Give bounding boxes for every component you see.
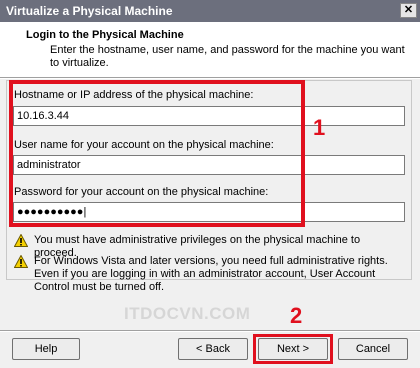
- footer-divider: [0, 330, 420, 332]
- close-icon: ✕: [403, 4, 414, 16]
- highlight-box-next: [253, 334, 333, 364]
- highlight-box-fields: [9, 80, 305, 227]
- warning-icon: [14, 234, 28, 247]
- warning-uac: For Windows Vista and later versions, yo…: [34, 255, 388, 293]
- annotation-marker-1: 1: [313, 115, 326, 140]
- back-button[interactable]: < Back: [178, 338, 248, 360]
- wizard-header: Login to the Physical Machine Enter the …: [0, 22, 420, 77]
- cancel-button[interactable]: Cancel: [338, 338, 408, 360]
- window-title: Virtualize a Physical Machine: [6, 4, 173, 18]
- warning-icon: [14, 255, 28, 268]
- dialog-window: Virtualize a Physical Machine ✕ Login to…: [0, 0, 420, 368]
- help-button[interactable]: Help: [12, 338, 80, 360]
- annotation-marker-2: 2: [290, 303, 303, 328]
- page-description: Enter the hostname, user name, and passw…: [50, 44, 405, 69]
- title-bar[interactable]: Virtualize a Physical Machine ✕: [0, 0, 420, 22]
- watermark: ITDOCVN.COM: [124, 304, 251, 323]
- header-divider: [0, 77, 420, 79]
- page-title: Login to the Physical Machine: [26, 29, 184, 41]
- close-button[interactable]: ✕: [400, 3, 417, 18]
